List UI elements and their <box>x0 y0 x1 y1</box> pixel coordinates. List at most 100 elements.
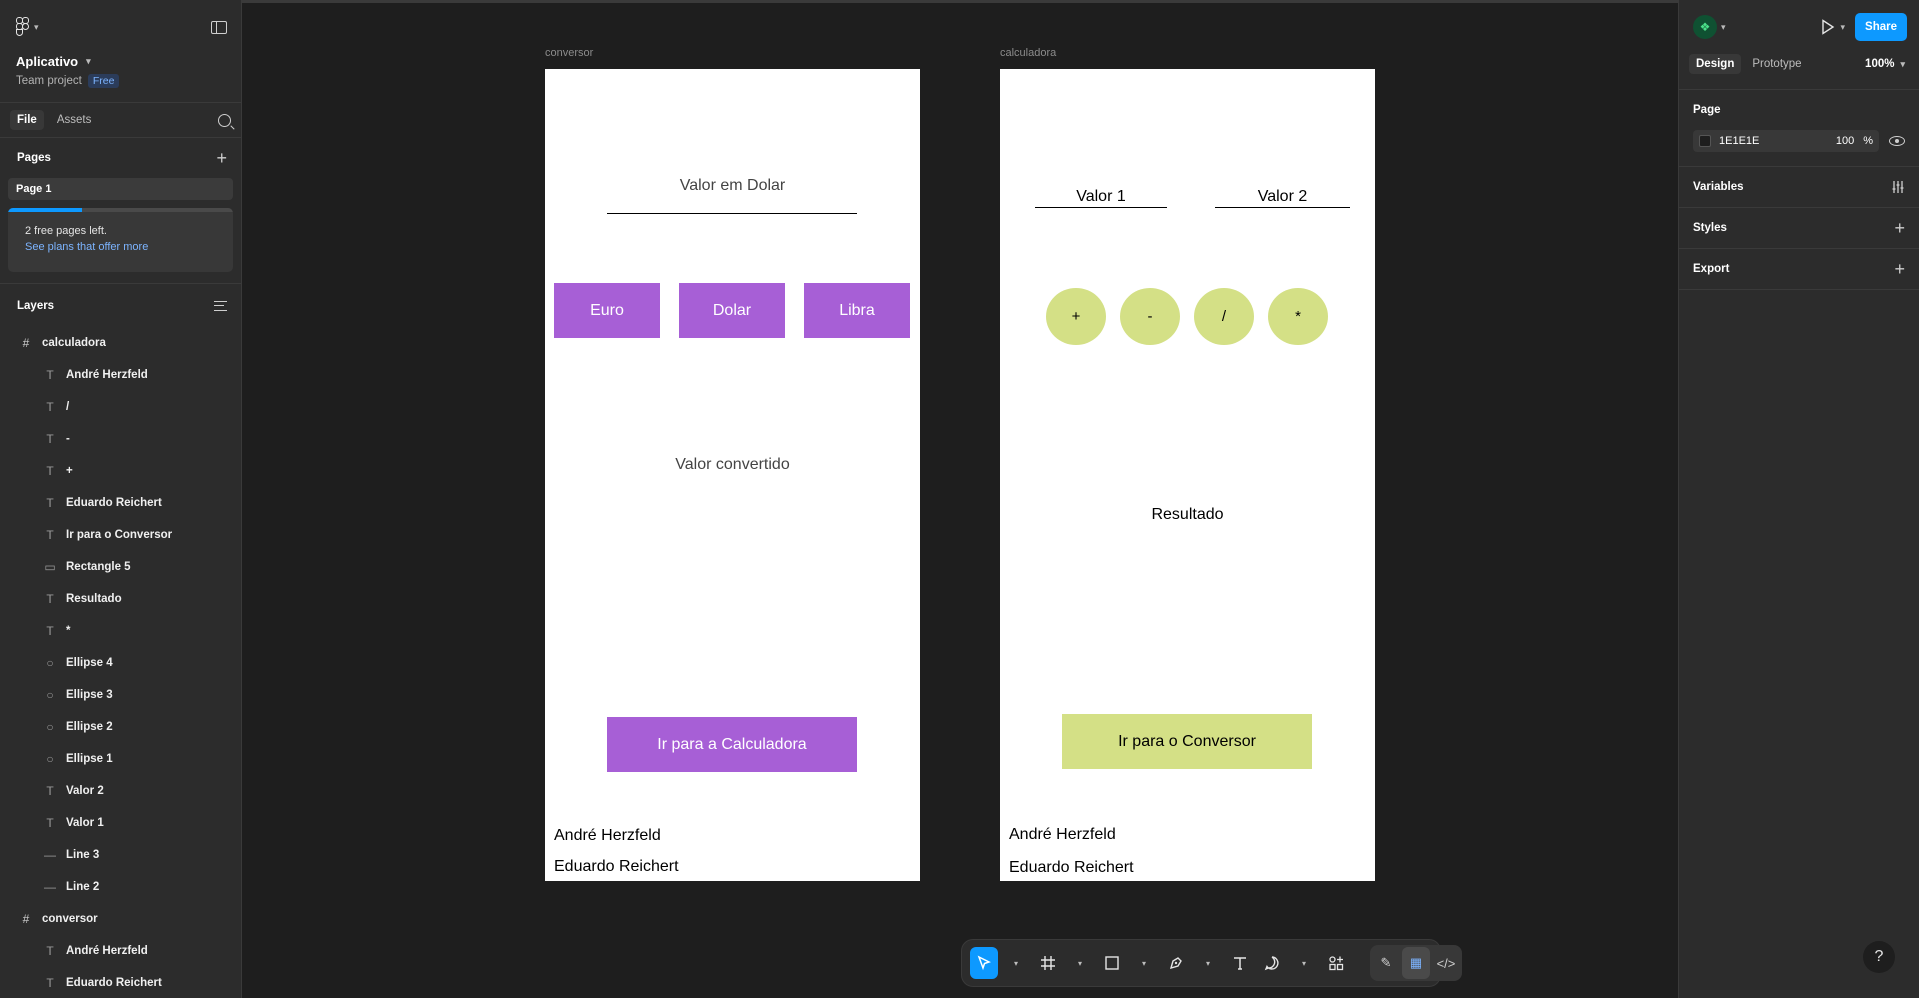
add-style-icon[interactable]: + <box>1894 219 1905 237</box>
plan-badge[interactable]: Free <box>87 74 120 88</box>
line-2[interactable] <box>1035 207 1167 208</box>
author-andre[interactable]: André Herzfeld <box>1009 826 1116 844</box>
layer-frame[interactable]: # conversor <box>0 903 241 935</box>
help-button[interactable]: ? <box>1863 941 1895 973</box>
toggle-sidebar-icon[interactable] <box>211 20 227 34</box>
layer-item[interactable]: T Valor 2 <box>0 775 241 807</box>
tab-file[interactable]: File <box>10 110 44 130</box>
layer-item[interactable]: T / <box>0 391 241 423</box>
chevron-down-icon[interactable]: ▾ <box>1290 947 1318 979</box>
layer-item[interactable]: ○ Ellipse 4 <box>0 647 241 679</box>
frame-label-conversor[interactable]: conversor <box>545 47 593 59</box>
pen-tool-icon[interactable] <box>1162 947 1190 979</box>
layer-item[interactable]: T André Herzfeld <box>0 935 241 967</box>
left-panel-header: ▾ <box>0 0 241 54</box>
converted-value-label[interactable]: Valor convertido <box>545 456 920 474</box>
variables-settings-icon[interactable] <box>1891 180 1905 194</box>
layer-item[interactable]: ▭ Rectangle 5 <box>0 551 241 583</box>
text-tool-icon[interactable] <box>1226 947 1254 979</box>
zoom-control[interactable]: 100% ▾ <box>1865 58 1905 70</box>
add-export-icon[interactable]: + <box>1894 260 1905 278</box>
author-eduardo[interactable]: Eduardo Reichert <box>554 858 679 876</box>
frame-tool-icon[interactable] <box>1034 947 1062 979</box>
eye-icon[interactable] <box>1889 136 1905 146</box>
libra-button[interactable]: Libra <box>804 283 910 338</box>
layers-options-icon[interactable] <box>214 300 227 311</box>
layer-item[interactable]: T * <box>0 615 241 647</box>
chevron-down-icon: ▾ <box>34 21 39 32</box>
move-tool-icon[interactable] <box>970 947 998 979</box>
layer-frame[interactable]: # calculadora <box>0 327 241 359</box>
search-icon[interactable] <box>218 113 231 127</box>
canvas[interactable]: conversor Valor em Dolar Euro Dolar Libr… <box>242 0 1678 998</box>
tab-prototype[interactable]: Prototype <box>1745 54 1808 74</box>
layer-label: Line 3 <box>66 849 100 861</box>
divide-operator[interactable]: / <box>1194 288 1254 345</box>
layer-item[interactable]: T- <box>0 423 241 455</box>
comment-tool-icon[interactable] <box>1258 947 1286 979</box>
color-swatch[interactable] <box>1699 135 1711 147</box>
frame-conversor[interactable]: Valor em Dolar Euro Dolar Libra Valor co… <box>545 69 920 881</box>
go-to-converter-button[interactable]: Ir para o Conversor <box>1062 714 1312 769</box>
tab-assets[interactable]: Assets <box>50 110 99 130</box>
layer-item[interactable]: T + <box>0 455 241 487</box>
rectangle-tool-icon[interactable] <box>1098 947 1126 979</box>
design-mode-icon[interactable]: ▦ <box>1402 947 1430 979</box>
layer-item[interactable]: T André Herzfeld <box>0 359 241 391</box>
left-panel: ▾ Aplicativo ▾ Team project Free File As… <box>0 0 242 998</box>
page-section: Page 1E1E1E 100 % <box>1679 89 1919 152</box>
draw-mode-icon[interactable]: ✎ <box>1372 947 1400 979</box>
layer-label: Line 2 <box>66 881 100 893</box>
frame-calculadora[interactable]: Valor 1 Valor 2 + - / * Resultado Ir par… <box>1000 69 1375 881</box>
value-1-label[interactable]: Valor 1 <box>1035 188 1167 206</box>
dollar-value-label[interactable]: Valor em Dolar <box>545 177 920 195</box>
chevron-down-icon[interactable]: ▾ <box>1130 947 1158 979</box>
see-plans-link[interactable]: See plans that offer more <box>25 241 233 253</box>
chevron-down-icon[interactable]: ▾ <box>1194 947 1222 979</box>
text-layer-icon: T <box>46 464 54 478</box>
layer-item[interactable]: T Valor 1 <box>0 807 241 839</box>
author-andre[interactable]: André Herzfeld <box>554 827 661 845</box>
page-opacity-value[interactable]: 100 <box>1836 135 1854 147</box>
share-button[interactable]: Share <box>1855 13 1907 41</box>
avatar[interactable]: ❖ <box>1693 15 1717 39</box>
page-background-field[interactable]: 1E1E1E 100 % <box>1693 130 1879 152</box>
page-item[interactable]: Page 1 <box>8 178 233 200</box>
minus-operator[interactable]: - <box>1120 288 1180 345</box>
plus-operator[interactable]: + <box>1046 288 1106 345</box>
text-layer-icon: T <box>46 784 54 798</box>
layer-item[interactable]: ○ Ellipse 2 <box>0 711 241 743</box>
text-layer-icon: T <box>46 400 54 414</box>
layer-item[interactable]: T Eduardo Reichert <box>0 967 241 998</box>
layer-item[interactable]: T Eduardo Reichert <box>0 487 241 519</box>
layer-item[interactable]: ○ Ellipse 3 <box>0 679 241 711</box>
actions-tool-icon[interactable] <box>1322 947 1350 979</box>
frame-label-calculadora[interactable]: calculadora <box>1000 47 1056 59</box>
result-label[interactable]: Resultado <box>1000 506 1375 524</box>
main-menu-button[interactable]: ▾ <box>16 17 39 37</box>
dev-mode-icon[interactable]: </> <box>1432 947 1460 979</box>
text-layer-icon: T <box>46 944 54 958</box>
chevron-down-icon[interactable]: ▾ <box>1002 947 1030 979</box>
tab-design[interactable]: Design <box>1689 54 1742 74</box>
layer-label: Ir para o Conversor <box>66 529 173 541</box>
layer-item[interactable]: T Resultado <box>0 583 241 615</box>
layer-item[interactable]: T Ir para o Conversor <box>0 519 241 551</box>
layer-item[interactable]: ○ Ellipse 1 <box>0 743 241 775</box>
chevron-down-icon[interactable]: ▾ <box>1066 947 1094 979</box>
multiply-operator[interactable]: * <box>1268 288 1328 345</box>
dolar-button[interactable]: Dolar <box>679 283 785 338</box>
author-eduardo[interactable]: Eduardo Reichert <box>1009 859 1134 877</box>
text-layer-icon: T <box>46 368 54 382</box>
add-page-icon[interactable]: + <box>216 149 227 167</box>
page-color-hex[interactable]: 1E1E1E <box>1719 135 1759 147</box>
project-name-button[interactable]: Aplicativo ▾ <box>16 54 225 69</box>
line-3[interactable] <box>1215 207 1350 208</box>
layer-item[interactable]: — Line 2 <box>0 871 241 903</box>
chevron-down-icon[interactable]: ▾ <box>1721 22 1726 33</box>
layer-item[interactable]: — Line 3 <box>0 839 241 871</box>
go-to-calculator-button[interactable]: Ir para a Calculadora <box>607 717 857 772</box>
value-2-label[interactable]: Valor 2 <box>1215 188 1350 206</box>
euro-button[interactable]: Euro <box>554 283 660 338</box>
present-button[interactable]: ▾ <box>1821 19 1845 35</box>
